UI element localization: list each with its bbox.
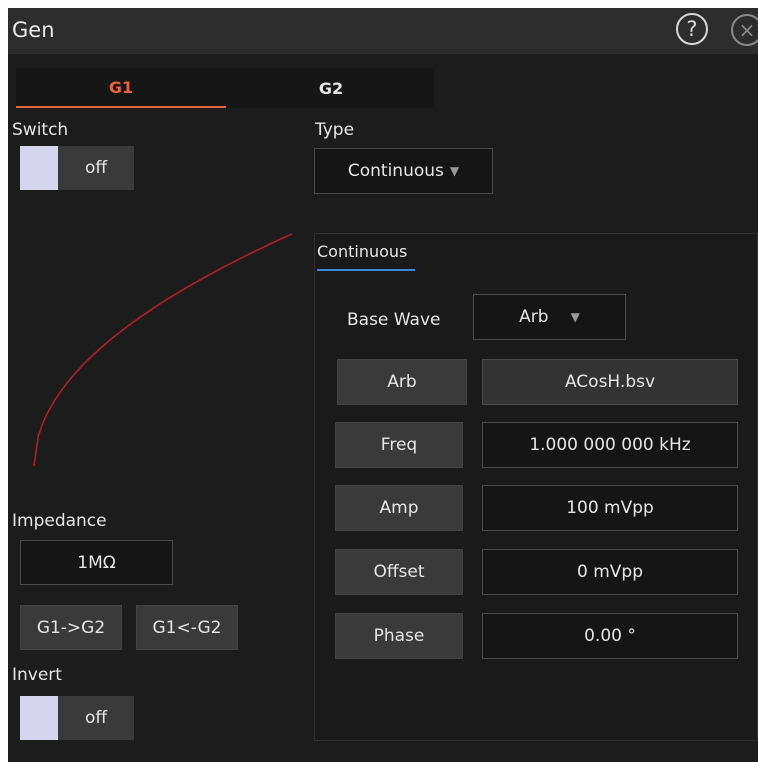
offset-value[interactable]: 0 mVpp [482,549,738,595]
switch-knob [20,146,58,190]
base-wave-label: Base Wave [347,310,441,330]
copy-g1-to-g2-button[interactable]: G1->G2 [20,605,122,650]
continuous-panel: Continuous Base Wave Arb ▼ Arb ACosH.bsv… [314,233,758,741]
impedance-label: Impedance [12,511,107,531]
help-icon[interactable]: ? [676,13,708,45]
arb-file-value[interactable]: ACosH.bsv [482,359,738,405]
freq-button[interactable]: Freq [335,422,463,468]
amp-button[interactable]: Amp [335,485,463,531]
invert-label: Invert [12,665,62,685]
waveform-curve [33,233,293,467]
tab-continuous[interactable]: Continuous [317,242,416,271]
copy-g2-to-g1-button[interactable]: G1<-G2 [136,605,238,650]
impedance-select[interactable]: 1MΩ [20,540,173,585]
chevron-down-icon: ▼ [449,164,460,178]
impedance-value: 1MΩ [77,552,116,573]
switch-toggle[interactable]: off [20,146,134,190]
tab-g1[interactable]: G1 [16,68,226,108]
switch-state: off [84,158,108,178]
arb-button[interactable]: Arb [337,359,467,405]
freq-value[interactable]: 1.000 000 000 kHz [482,422,738,468]
channel-tab-bar: G1 G2 [16,68,434,108]
window-title: Gen [12,18,55,42]
type-value: Continuous [347,161,444,181]
close-icon[interactable]: × [731,14,758,46]
chevron-down-icon: ▼ [570,310,580,324]
invert-state: off [84,708,108,728]
base-wave-select[interactable]: Arb ▼ [473,294,626,340]
invert-toggle[interactable]: off [20,696,134,740]
phase-button[interactable]: Phase [335,613,463,659]
generator-window: Gen ? × G1 G2 Switch off Type Continuous… [8,8,758,762]
title-bar: Gen ? × [8,8,758,54]
amp-value[interactable]: 100 mVpp [482,485,738,531]
base-wave-value: Arb [519,307,549,327]
type-label: Type [315,120,355,140]
invert-knob [20,696,58,740]
phase-value[interactable]: 0.00 ° [482,613,738,659]
tab-g2[interactable]: G2 [226,68,436,108]
offset-button[interactable]: Offset [335,549,463,595]
waveform-preview [33,233,293,467]
type-select[interactable]: Continuous ▼ [314,148,493,194]
switch-label: Switch [12,120,69,140]
